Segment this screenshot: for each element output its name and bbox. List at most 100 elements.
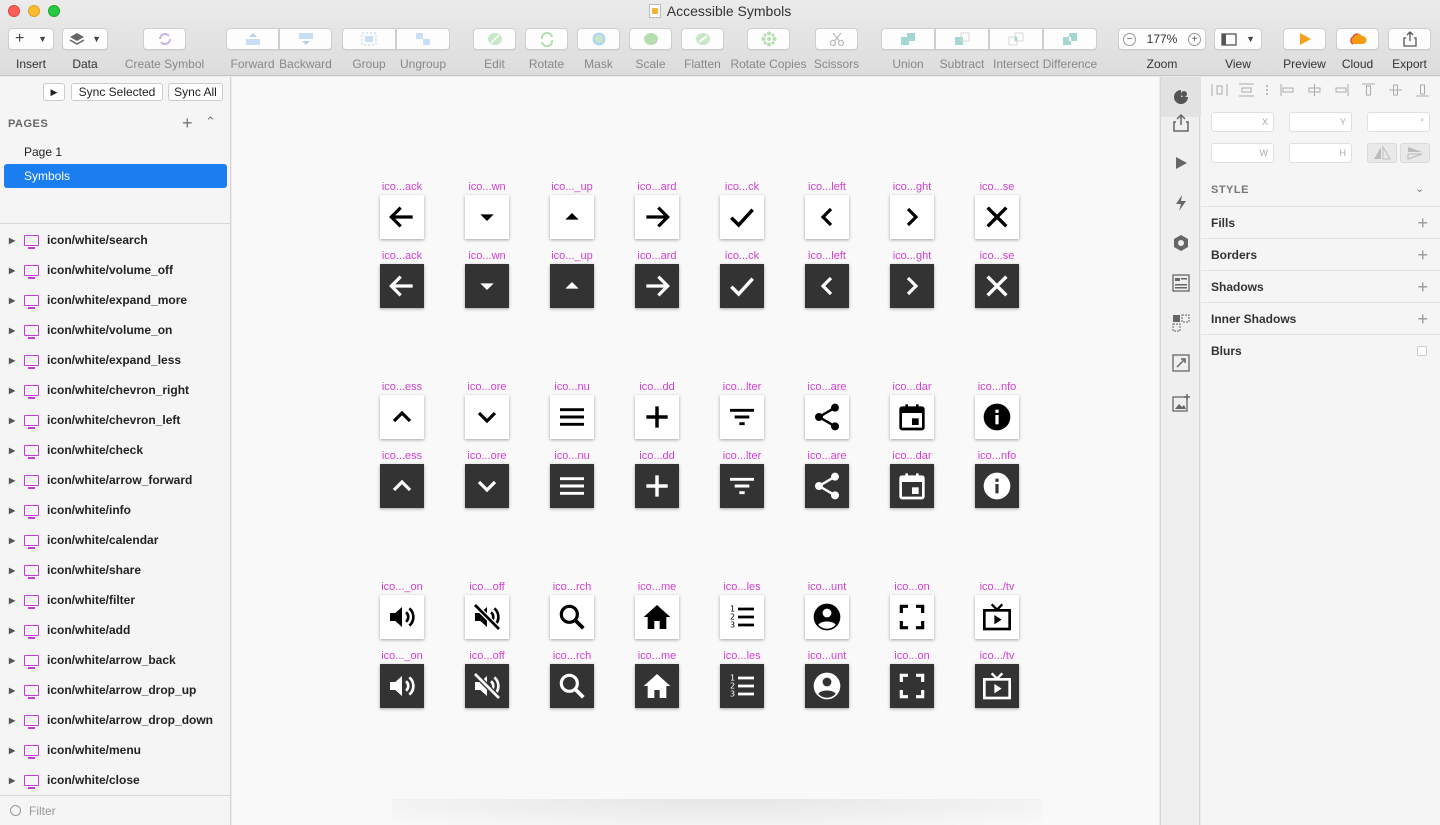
plugins-tab[interactable] — [1161, 223, 1201, 263]
height-field[interactable]: H — [1289, 143, 1352, 163]
layer-row[interactable]: ▶ icon/white/volume_on — [0, 315, 231, 345]
rotate-copies-button[interactable]: Rotate Copies — [730, 28, 807, 72]
page-item-page-1[interactable]: Page 1 — [4, 140, 227, 164]
add-shadow-icon[interactable]: + — [1417, 277, 1428, 298]
data-button[interactable]: ▼ Data — [62, 28, 108, 72]
zoom-value[interactable]: 177% — [1147, 32, 1178, 46]
add-fill-icon[interactable]: + — [1417, 213, 1428, 234]
resize-tab[interactable] — [1161, 343, 1201, 383]
layer-row[interactable]: ▶ icon/white/chevron_left — [0, 405, 231, 435]
disclosure-triangle-icon[interactable]: ▶ — [9, 746, 17, 755]
disclosure-triangle-icon[interactable]: ▶ — [9, 326, 17, 335]
layer-row[interactable]: ▶ icon/white/check — [0, 435, 231, 465]
symbol-instance[interactable] — [380, 664, 424, 708]
symbol-instance[interactable] — [550, 595, 594, 639]
disclosure-triangle-icon[interactable]: ▶ — [9, 446, 17, 455]
disclosure-triangle-icon[interactable]: ▶ — [9, 416, 17, 425]
layer-row[interactable]: ▶ icon/white/arrow_forward — [0, 465, 231, 495]
layer-row[interactable]: ▶ icon/white/expand_less — [0, 345, 231, 375]
more-distribute-icon[interactable] — [1265, 83, 1269, 97]
layer-row[interactable]: ▶ icon/white/menu — [0, 735, 231, 765]
flip-vertical-button[interactable] — [1400, 143, 1430, 163]
sync-all-button[interactable]: Sync All — [168, 83, 223, 101]
align-top-icon[interactable] — [1360, 83, 1377, 97]
zoom-out-button[interactable]: − — [1123, 32, 1136, 46]
layer-row[interactable]: ▶ icon/white/filter — [0, 585, 231, 615]
disclosure-triangle-icon[interactable]: ▶ — [9, 266, 17, 275]
rotation-field[interactable]: ° — [1367, 112, 1430, 132]
disclosure-triangle-icon[interactable]: ▶ — [9, 536, 17, 545]
disclosure-triangle-icon[interactable]: ▶ — [9, 716, 17, 725]
symbol-instance[interactable] — [635, 395, 679, 439]
layer-row[interactable]: ▶ icon/white/search — [0, 225, 231, 255]
view-button[interactable]: ▼ View — [1214, 28, 1262, 72]
disclosure-triangle-icon[interactable]: ▶ — [9, 776, 17, 785]
symbol-instance[interactable] — [890, 595, 934, 639]
layer-row[interactable]: ▶ icon/white/arrow_back — [0, 645, 231, 675]
disclosure-triangle-icon[interactable]: ▶ — [9, 596, 17, 605]
prototype-tab[interactable] — [1161, 143, 1201, 183]
layer-row[interactable]: ▶ icon/white/expand_more — [0, 285, 231, 315]
symbol-instance[interactable] — [805, 264, 849, 308]
symbol-instance[interactable] — [805, 395, 849, 439]
symbol-instance[interactable] — [465, 395, 509, 439]
symbol-instance[interactable] — [720, 264, 764, 308]
symbol-instance[interactable] — [890, 264, 934, 308]
layer-row[interactable]: ▶ icon/white/calendar — [0, 525, 231, 555]
sync-selected-button[interactable]: Sync Selected — [71, 83, 163, 101]
symbol-instance[interactable] — [465, 595, 509, 639]
layer-row[interactable]: ▶ icon/white/share — [0, 555, 231, 585]
create-symbol-button[interactable]: Create Symbol — [125, 28, 204, 72]
export-tab[interactable] — [1161, 103, 1201, 143]
symbol-instance[interactable] — [975, 464, 1019, 508]
symbol-instance[interactable] — [380, 195, 424, 239]
symbol-instance[interactable] — [635, 464, 679, 508]
add-border-icon[interactable]: + — [1417, 245, 1428, 266]
disclosure-triangle-icon[interactable]: ▶ — [9, 506, 17, 515]
flatten-button[interactable]: Flatten — [681, 28, 724, 72]
difference-button[interactable]: Difference — [1043, 28, 1097, 72]
distribute-horizontal-icon[interactable] — [1211, 83, 1228, 97]
symbol-instance[interactable] — [635, 264, 679, 308]
x-field[interactable]: X — [1211, 112, 1274, 132]
layer-row[interactable]: ▶ icon/white/arrow_drop_down — [0, 705, 231, 735]
flip-horizontal-button[interactable] — [1367, 143, 1397, 163]
symbol-instance[interactable] — [890, 664, 934, 708]
collapse-pages-icon[interactable]: ⌃ — [205, 114, 216, 130]
play-button[interactable]: ▶ — [43, 83, 65, 101]
distribute-vertical-icon[interactable] — [1238, 83, 1255, 97]
symbol-instance[interactable] — [720, 195, 764, 239]
add-inner-shadow-icon[interactable]: + — [1417, 309, 1428, 330]
symbol-instance[interactable] — [635, 664, 679, 708]
inner-shadows-section[interactable]: Inner Shadows + — [1201, 302, 1440, 334]
filter-input[interactable]: Filter — [29, 804, 56, 818]
add-page-icon[interactable]: + — [182, 113, 193, 134]
symbol-instance[interactable] — [805, 464, 849, 508]
symbol-instance[interactable] — [890, 395, 934, 439]
disclosure-triangle-icon[interactable]: ▶ — [9, 386, 17, 395]
blurs-section[interactable]: Blurs — [1201, 334, 1440, 366]
symbol-instance[interactable] — [805, 195, 849, 239]
layer-row[interactable]: ▶ icon/white/arrow_drop_up — [0, 675, 231, 705]
image-tab[interactable] — [1161, 383, 1201, 423]
symbol-instance[interactable] — [635, 595, 679, 639]
symbol-instance[interactable]: 123 — [720, 664, 764, 708]
symbol-instance[interactable]: 123 — [720, 595, 764, 639]
symbol-instance[interactable] — [465, 464, 509, 508]
symbol-instance[interactable] — [380, 395, 424, 439]
disclosure-triangle-icon[interactable]: ▶ — [9, 476, 17, 485]
zoom-in-button[interactable]: + — [1187, 32, 1201, 46]
align-middle-icon[interactable] — [1387, 83, 1404, 97]
align-left-icon[interactable] — [1279, 83, 1296, 97]
layout-tab[interactable] — [1161, 263, 1201, 303]
symbol-instance[interactable] — [720, 464, 764, 508]
symbol-instance[interactable] — [975, 395, 1019, 439]
disclosure-triangle-icon[interactable]: ▶ — [9, 686, 17, 695]
ungroup-button[interactable]: Ungroup — [396, 28, 450, 72]
scissors-button[interactable]: Scissors — [814, 28, 859, 72]
disclosure-triangle-icon[interactable]: ▶ — [9, 656, 17, 665]
layer-row[interactable]: ▶ icon/white/volume_off — [0, 255, 231, 285]
canvas[interactable]: ico...ack ico...wn ico..._up ico...ard ico..… — [232, 77, 1159, 825]
align-right-icon[interactable] — [1333, 83, 1350, 97]
symbol-instance[interactable] — [635, 195, 679, 239]
